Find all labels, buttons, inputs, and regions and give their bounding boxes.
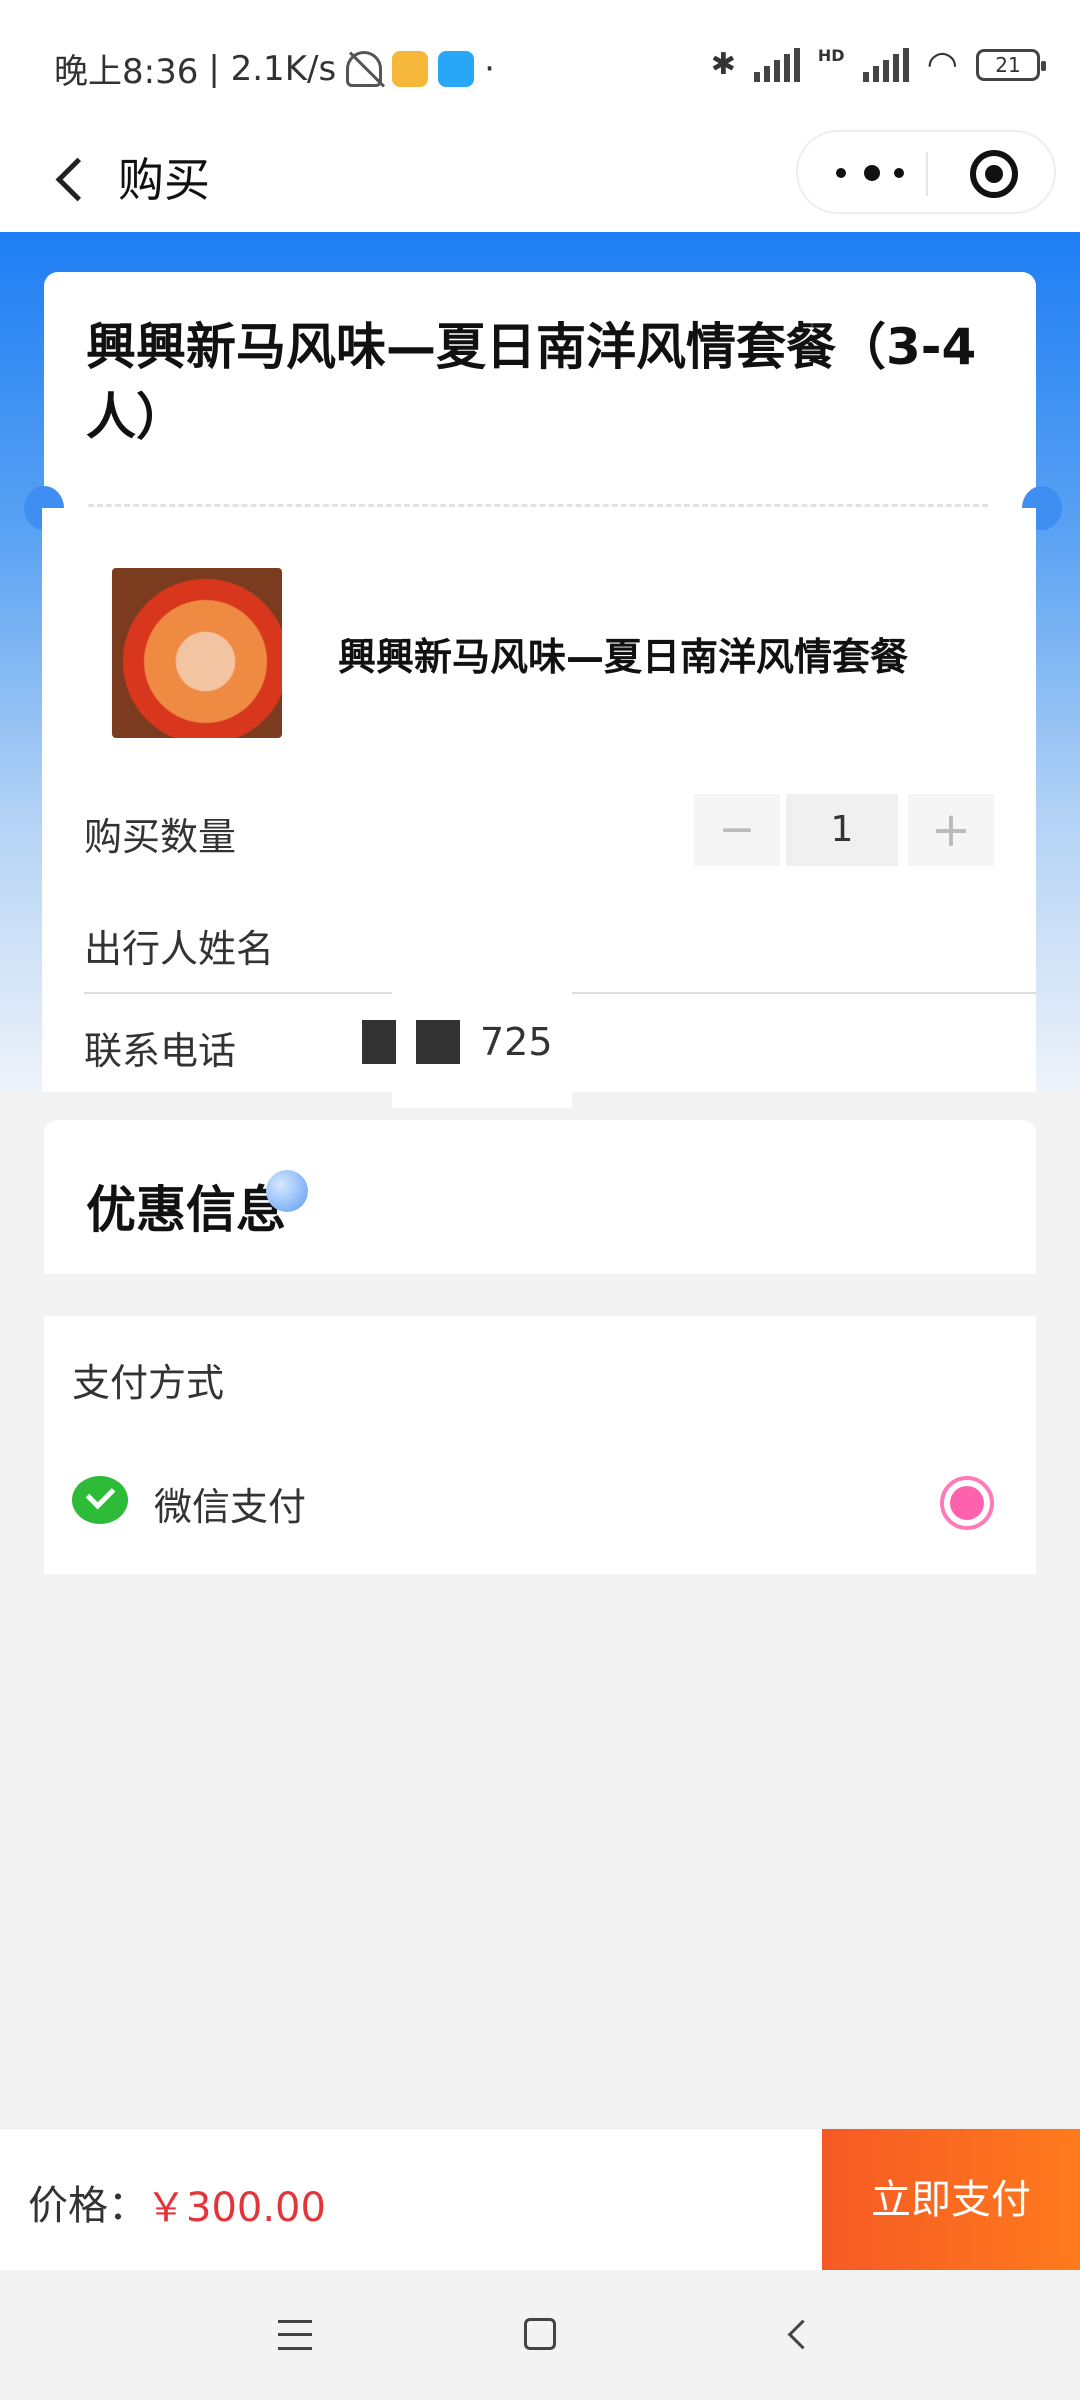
redacted-block [416,1020,460,1064]
more-notifications-dot: · [484,48,495,89]
page-title: 购买 [118,153,210,207]
traveler-name-label: 出行人姓名 [84,927,275,971]
payment-title: 支付方式 [72,1361,225,1405]
payment-radio-selected[interactable] [940,1476,994,1530]
message-app-icon [438,50,475,87]
quantity-label: 购买数量 [84,815,237,859]
quantity-value[interactable]: 1 [786,794,898,866]
product-thumbnail [112,568,282,738]
back-arrow-icon[interactable] [44,148,104,208]
network-speed: | 2.1K/s [208,48,337,89]
floating-assistant-icon[interactable] [266,1170,308,1212]
capsule-divider [926,152,928,196]
system-back-icon[interactable] [780,2318,810,2348]
more-icon[interactable] [836,158,916,188]
pay-now-button[interactable]: 立即支付 [822,2129,1080,2271]
phone-label: 联系电话 [84,1029,237,1073]
product-card-header: 興興新马风味—夏日南洋风情套餐（3-4人） [44,272,1036,508]
status-bar: 晚上8:36 | 2.1K/s · ✱ HD ◠ 21 [0,0,1080,130]
bluetooth-icon: ✱ [710,47,736,82]
miniprogram-capsule [796,130,1056,214]
product-title: 興興新马风味—夏日南洋风情套餐（3-4人） [86,318,977,446]
payment-method-name[interactable]: 微信支付 [154,1476,306,1531]
notification-app-icon [392,50,429,87]
home-icon[interactable] [524,2318,556,2350]
discount-title: 优惠信息 [86,1181,286,1239]
discount-card[interactable]: 优惠信息 [44,1120,1036,1274]
close-miniprogram-icon[interactable] [970,150,1018,198]
phone-suffix: 725 [480,1020,553,1064]
phone-field[interactable]: 725 [362,1020,553,1064]
nav-bar: 购买 [0,130,1080,232]
battery-icon: 21 [976,48,1046,81]
system-nav-bar [0,2270,1080,2400]
signal-icon [753,47,800,82]
quantity-decrease-button[interactable]: − [694,794,780,866]
checkout-bar: 价格： ￥300.00 立即支付 [0,2128,1080,2271]
signal-2-icon [862,47,909,82]
redacted-block [362,1020,396,1064]
wifi-icon: ◠ [926,44,958,85]
traveler-name-underline [84,992,392,994]
wechat-pay-icon [72,1476,128,1524]
recent-apps-icon[interactable] [278,2320,312,2350]
traveler-name-field[interactable] [530,992,1036,994]
product-item-name: 興興新马风味—夏日南洋风情套餐 [338,635,909,679]
quantity-increase-button[interactable]: + [908,794,994,866]
payment-card: 支付方式 微信支付 [44,1316,1036,1574]
price-value: ￥300.00 [146,2185,326,2231]
status-right: ✱ HD ◠ 21 [710,44,1046,85]
status-time: 晚上8:36 [54,52,199,92]
mute-bell-icon [346,50,383,87]
ticket-divider [88,504,988,507]
status-left: 晚上8:36 | 2.1K/s · [54,44,495,93]
hd-badge: HD [817,46,845,65]
product-card-body: 興興新马风味—夏日南洋风情套餐 购买数量 − 1 + 出行人姓名 联系电话 72… [42,508,1036,1108]
price-label: 价格： [28,2183,148,2229]
